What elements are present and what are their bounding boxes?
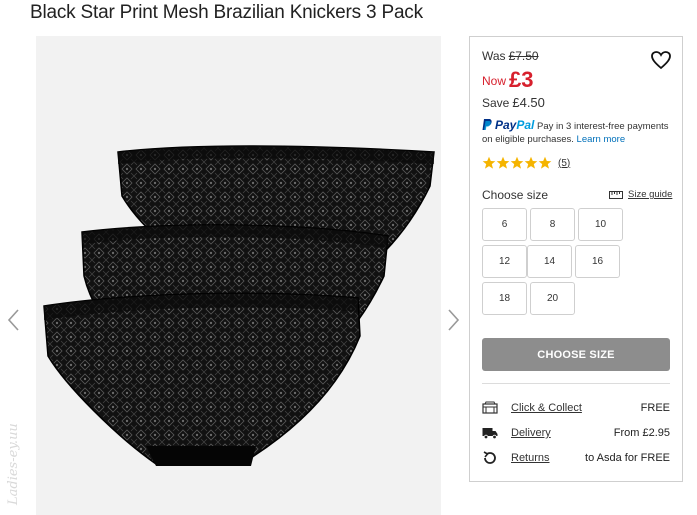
now-label: Now bbox=[482, 74, 507, 88]
size-option[interactable]: 18 bbox=[482, 282, 527, 315]
chevron-right-icon bbox=[448, 309, 460, 331]
divider bbox=[482, 383, 670, 384]
was-price-value: £7.50 bbox=[508, 49, 539, 63]
previous-image-button[interactable] bbox=[4, 305, 24, 335]
chevron-left-icon bbox=[7, 309, 19, 331]
size-option[interactable]: 6 bbox=[482, 208, 527, 241]
paypal-icon bbox=[482, 119, 492, 130]
store-icon bbox=[482, 401, 498, 414]
paypal-promo: PayPal Pay in 3 interest-free payments o… bbox=[482, 119, 678, 146]
size-option[interactable]: 10 bbox=[578, 208, 623, 241]
star-icon bbox=[496, 156, 510, 169]
save-amount-value: £4.50 bbox=[512, 95, 545, 110]
size-option[interactable]: 16 bbox=[575, 245, 620, 278]
size-option[interactable]: 12 bbox=[482, 245, 527, 278]
paypal-learn-more-link[interactable]: Learn more bbox=[577, 134, 626, 145]
watermark: Ladies-ey.uu bbox=[6, 423, 21, 505]
click-collect-value: FREE bbox=[640, 402, 670, 414]
size-option[interactable]: 8 bbox=[530, 208, 575, 241]
choose-size-button[interactable]: CHOOSE SIZE bbox=[482, 338, 670, 371]
delivery-link[interactable]: Delivery bbox=[511, 427, 551, 439]
now-price-value: £3 bbox=[509, 67, 534, 92]
returns-value: to Asda for FREE bbox=[585, 452, 670, 464]
size-guide-label: Size guide bbox=[628, 189, 673, 200]
paypal-logo-pal: Pal bbox=[516, 118, 535, 132]
product-purchase-panel: Was £7.50 Now £3 Save £4.50 PayPal Pay in 3… bbox=[469, 36, 683, 482]
star-icon bbox=[524, 156, 538, 169]
was-price: Was £7.50 bbox=[482, 49, 539, 63]
size-option[interactable]: 14 bbox=[527, 245, 572, 278]
size-guide-link[interactable]: Size guide bbox=[609, 189, 672, 200]
wishlist-button[interactable] bbox=[650, 49, 672, 71]
review-count-link[interactable]: (5) bbox=[558, 158, 570, 169]
rating[interactable]: (5) bbox=[482, 156, 570, 170]
star-icon bbox=[482, 156, 496, 169]
delivery-value: From £2.95 bbox=[613, 427, 670, 439]
save-label: Save bbox=[482, 96, 510, 110]
click-collect-link[interactable]: Click & Collect bbox=[511, 402, 582, 414]
truck-icon bbox=[482, 428, 498, 440]
delivery-row-returns: Returns to Asda for FREE bbox=[482, 450, 670, 466]
paypal-logo-pay: Pay bbox=[495, 118, 517, 132]
star-icon bbox=[510, 156, 524, 169]
heart-icon bbox=[651, 51, 671, 70]
size-option[interactable]: 20 bbox=[530, 282, 575, 315]
product-title: Black Star Print Mesh Brazilian Knickers… bbox=[30, 2, 423, 23]
ruler-icon bbox=[609, 190, 623, 199]
delivery-row-delivery: Delivery From £2.95 bbox=[482, 425, 670, 441]
now-price: Now £3 bbox=[482, 67, 534, 93]
choose-size-label: Choose size bbox=[482, 188, 549, 202]
delivery-row-click-collect: Click & Collect FREE bbox=[482, 400, 670, 416]
next-image-button[interactable] bbox=[443, 305, 463, 335]
returns-icon bbox=[483, 451, 496, 464]
product-image-gallery[interactable] bbox=[36, 36, 441, 515]
star-icon bbox=[538, 156, 552, 169]
paypal-logo: PayPal bbox=[495, 118, 534, 132]
save-amount: Save £4.50 bbox=[482, 95, 545, 110]
was-label: Was bbox=[482, 49, 506, 63]
returns-link[interactable]: Returns bbox=[511, 452, 550, 464]
product-image bbox=[43, 145, 435, 466]
